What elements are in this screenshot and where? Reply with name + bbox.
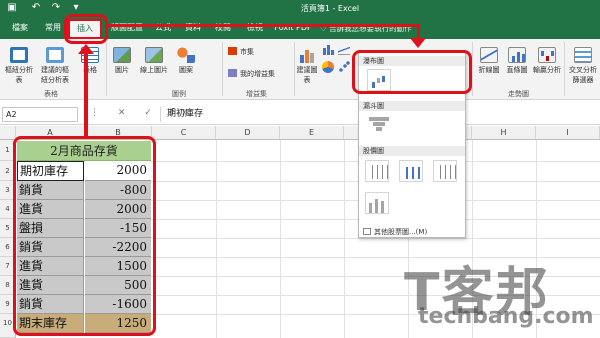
annotation-arrow-line	[108, 24, 420, 27]
group-separator	[472, 42, 473, 96]
pivot-table-icon	[10, 47, 28, 63]
annotation-arrow-head	[78, 44, 94, 54]
line-sparkline-label: 折線圖	[478, 66, 500, 74]
window-title: 活頁簿1 - Excel	[300, 4, 360, 13]
column-header-i[interactable]: I	[536, 126, 600, 140]
recommended-charts-label: 建議圖表	[296, 66, 318, 84]
stock-chart-option-4[interactable]	[365, 192, 389, 214]
customize-qat-icon[interactable]: ▾	[70, 2, 82, 14]
scatter-chart-icon[interactable]	[338, 61, 350, 73]
recommended-pivot-label: 建議的樞紐分析表	[41, 66, 69, 84]
redo-icon[interactable]: ↷	[50, 2, 62, 14]
column-sparkline-label: 直條圖	[506, 66, 528, 74]
shapes-icon	[177, 47, 195, 63]
recommended-pivot-button[interactable]: 建議的樞紐分析表	[38, 47, 72, 85]
slicer-label: 交叉分析篩選器	[569, 66, 597, 84]
online-pictures-label: 線上圖片	[140, 66, 168, 74]
annotation-arrow-line	[84, 52, 88, 136]
name-box[interactable]: A2	[2, 107, 78, 122]
pivot-table-label: 樞紐分析表	[5, 66, 33, 84]
line-sparkline-button[interactable]: 折線圖	[476, 47, 502, 75]
grid-line	[216, 140, 217, 338]
annotation-box-insert-tab	[64, 14, 108, 44]
group-separator	[106, 42, 107, 96]
funnel-chart-option[interactable]	[367, 113, 391, 135]
group-label-tables: 表格	[44, 90, 58, 98]
recommended-pivot-icon	[46, 47, 64, 63]
tab-file[interactable]: 檔案	[6, 21, 34, 39]
grid-line	[344, 140, 345, 338]
annotation-arrow-head	[410, 38, 426, 48]
pictures-label: 圖片	[115, 66, 129, 74]
winloss-sparkline-button[interactable]: 輸贏分析	[532, 47, 562, 75]
winloss-sparkline-icon	[538, 47, 556, 63]
stock-chart-option-2[interactable]	[399, 160, 423, 182]
stock-chart-option-1[interactable]	[365, 160, 389, 182]
pictures-button[interactable]: 圖片	[110, 47, 134, 75]
pivot-table-button[interactable]: 樞紐分析表	[2, 47, 36, 85]
my-addins-icon	[228, 69, 237, 77]
my-addins-label: 我的增益集	[240, 70, 275, 78]
recommended-charts-icon	[298, 47, 316, 63]
store-label: 市集	[240, 48, 254, 56]
group-label-illustrations: 圖例	[172, 90, 186, 98]
group-label-addins: 增益集	[246, 90, 267, 98]
column-header-e[interactable]: E	[280, 126, 344, 140]
pictures-icon	[113, 47, 131, 63]
annotation-box-waterfall-section	[352, 50, 472, 94]
column-sparkline-icon	[508, 47, 526, 63]
column-chart-icon[interactable]	[322, 45, 334, 55]
column-sparkline-button[interactable]: 直條圖	[504, 47, 530, 75]
column-header-h[interactable]: H	[472, 126, 536, 140]
chart-icon	[363, 228, 371, 235]
stock-chart-option-3[interactable]	[433, 160, 457, 182]
watermark-site: techbang.com	[418, 304, 594, 329]
dropdown-section-funnel: 漏斗圖	[359, 101, 465, 111]
slicer-icon	[574, 47, 592, 63]
pie-chart-icon[interactable]	[322, 61, 334, 73]
more-stock-charts-link[interactable]: 其他股票圖...(M)	[363, 227, 427, 237]
more-stock-charts-label: 其他股票圖...(M)	[374, 228, 428, 236]
online-pictures-icon	[145, 47, 163, 63]
winloss-sparkline-label: 輸贏分析	[533, 66, 561, 74]
group-label-sparklines: 走勢圖	[508, 90, 529, 98]
column-header-d[interactable]: D	[216, 126, 280, 140]
undo-icon[interactable]: ↶	[30, 2, 42, 14]
group-separator	[564, 42, 565, 96]
shapes-label: 圖案	[179, 66, 193, 74]
tab-home[interactable]: 常用	[40, 21, 66, 39]
watermark: T客邦 techbang.com	[394, 250, 600, 338]
annotation-arrow-line	[417, 24, 420, 38]
column-header-c[interactable]: C	[152, 126, 216, 140]
line-sparkline-icon	[480, 47, 498, 63]
group-separator	[294, 42, 295, 96]
store-icon	[228, 47, 237, 55]
annotation-box-data-table	[13, 136, 156, 336]
dropdown-section-stock: 股價圖	[359, 146, 465, 156]
select-all-corner[interactable]	[0, 126, 16, 140]
formula-bar: A2 ⋮ ✕ ✓ fx 期初庫存	[0, 104, 600, 125]
online-pictures-button[interactable]: 線上圖片	[136, 47, 172, 75]
slicer-button[interactable]: 交叉分析篩選器	[566, 47, 600, 85]
my-addins-button[interactable]: 我的增益集	[228, 69, 275, 79]
shapes-button[interactable]: 圖案	[174, 47, 198, 75]
line-chart-icon[interactable]	[338, 45, 350, 55]
recommended-charts-button[interactable]: 建議圖表	[296, 47, 318, 85]
group-separator	[222, 42, 223, 96]
save-icon[interactable]: ▣	[6, 2, 18, 14]
store-button[interactable]: 市集	[228, 47, 254, 57]
grid-line	[280, 140, 281, 338]
